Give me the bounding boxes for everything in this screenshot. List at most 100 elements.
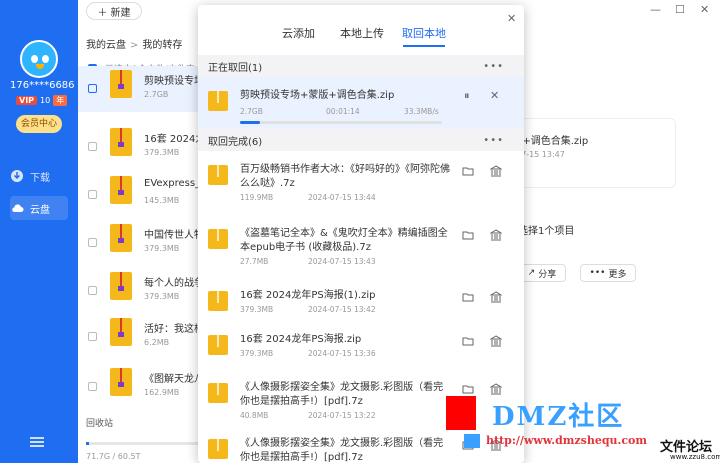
locate-file-icon[interactable] (490, 383, 502, 395)
download-elapsed: 00:01:14 (326, 107, 360, 116)
panel-close-button[interactable]: ✕ (507, 12, 516, 25)
row-checkbox[interactable] (88, 382, 97, 391)
completed-time: 2024-07-15 13:42 (308, 305, 376, 314)
more-button[interactable]: ••• 更多 (580, 264, 636, 282)
download-progress (240, 121, 442, 124)
open-folder-icon[interactable] (462, 291, 474, 303)
completed-size: 40.8MB (240, 411, 269, 420)
row-checkbox[interactable] (88, 142, 97, 151)
completed-name: 《盗墓笔记全本》&《鬼吹灯全本》精编插图全本epub电子书 (收藏极品).7z (240, 228, 448, 253)
open-folder-icon[interactable] (462, 165, 474, 177)
file-row[interactable]: 16套 2024龙 379.3MB (78, 124, 205, 170)
zip-file-icon (110, 128, 132, 156)
zip-file-icon (208, 335, 228, 355)
maximize-button[interactable]: ☐ (675, 3, 685, 16)
tab-local-upload[interactable]: 本地上传 (340, 25, 384, 41)
open-folder-icon[interactable] (462, 229, 474, 241)
zip-file-icon (110, 272, 132, 300)
zip-file-icon (208, 383, 228, 403)
sidebar-item-download[interactable]: 下载 (10, 164, 68, 188)
locate-file-icon[interactable] (490, 291, 502, 303)
transfer-panel: 云添加 本地上传 取回本地 ✕ 正在取回(1) ••• 剪映预设专场+蒙版+调色… (198, 5, 524, 463)
zip-file-icon (208, 229, 228, 249)
completed-row[interactable]: 《盗墓笔记全本》&《鬼吹灯全本》精编插图全本epub电子书 (收藏极品).7z 2… (198, 215, 524, 271)
minimize-button[interactable]: — (650, 3, 661, 16)
open-folder-icon[interactable] (462, 383, 474, 395)
file-name: 《图解天龙八 (144, 374, 204, 385)
vip-badge: VIP (16, 96, 38, 105)
breadcrumb-current: 我的转存 (142, 40, 183, 51)
avatar[interactable] (20, 40, 58, 78)
locate-file-icon[interactable] (490, 335, 502, 347)
completed-row[interactable]: 《人像摄影摆姿全集》龙文摄影.彩图版（看完你也是摆拍高手!）[pdf].7z 40… (198, 369, 524, 425)
file-size: 145.3MB (144, 196, 180, 205)
locate-file-icon[interactable] (490, 165, 502, 177)
file-size: 379.3MB (144, 148, 180, 157)
file-name: 每个人的战争 (144, 278, 204, 289)
file-name: 中国传世人物 (144, 230, 204, 241)
user-name: 176****6686 (10, 80, 75, 91)
recycle-bin[interactable]: 回收站 (86, 416, 113, 429)
more-dots-icon[interactable]: ••• (483, 135, 504, 146)
download-speed: 33.3MB/s (404, 107, 439, 116)
member-center-button[interactable]: 会员中心 (16, 115, 62, 133)
vip-tag: 年 (53, 95, 68, 106)
file-row[interactable]: 活好：我这样 6.2MB (78, 314, 204, 360)
file-row[interactable]: 中国传世人物 379.3MB (78, 220, 204, 266)
completed-title: 取回完成(6) (208, 136, 263, 148)
row-checkbox[interactable] (88, 190, 97, 199)
sidebar-item-label: 下载 (30, 172, 50, 184)
locate-file-icon[interactable] (490, 439, 502, 451)
completed-row[interactable]: 《人像摄影摆姿全集》龙文摄影.彩图版（看完你也是摆拍高手!）[pdf].7z (198, 425, 524, 463)
completed-size: 379.3MB (240, 349, 274, 358)
file-name: EVexpress_ (144, 178, 201, 189)
window-close-button[interactable]: ✕ (700, 3, 709, 16)
details-name: E+调色合集.zip (516, 136, 589, 147)
menu-icon[interactable] (30, 437, 44, 447)
in-progress-title: 正在取回(1) (208, 62, 263, 74)
completed-name: 《人像摄影摆姿全集》龙文摄影.彩图版（看完你也是摆拍高手!）[pdf].7z (240, 382, 444, 407)
share-button[interactable]: ↗ 分享 (518, 264, 566, 282)
open-folder-icon[interactable] (462, 439, 474, 451)
completed-name: 16套 2024龙年PS海报(1).zip (240, 290, 376, 301)
in-progress-header: 正在取回(1) ••• (198, 55, 524, 77)
zip-file-icon (208, 291, 228, 311)
more-dots-icon[interactable]: ••• (483, 61, 504, 72)
cancel-download-button[interactable]: ✕ (490, 89, 502, 102)
zip-file-icon (208, 165, 228, 185)
file-name: 活好：我这样 (144, 324, 204, 335)
download-size: 2.7GB (240, 107, 263, 116)
pause-button[interactable]: ⏸ (464, 89, 476, 102)
completed-name: 16套 2024龙年PS海报.zip (240, 334, 362, 345)
row-checkbox[interactable] (88, 84, 97, 93)
tab-cloud-add[interactable]: 云添加 (282, 25, 315, 41)
file-row[interactable]: 每个人的战争 379.3MB (78, 268, 204, 314)
zip-file-icon (110, 224, 132, 252)
new-button-label: 新建 (110, 7, 131, 19)
file-row[interactable]: 《图解天龙八 162.9MB (78, 364, 204, 410)
completed-row[interactable]: 百万级畅销书作者大冰：《好吗好的》《阿弥陀佛么么哒》.7z 119.9MB 2024… (198, 151, 524, 207)
file-size: 379.3MB (144, 292, 180, 301)
breadcrumb-root[interactable]: 我的云盘 (86, 40, 126, 51)
file-row[interactable]: 剪映预设专场 2.7GB (78, 66, 204, 112)
row-checkbox[interactable] (88, 238, 97, 247)
new-button[interactable]: ＋ 新建 (86, 2, 142, 20)
sidebar-item-label: 云盘 (30, 204, 50, 216)
zip-file-icon (110, 176, 132, 204)
sidebar-item-cloud[interactable]: 云盘 (10, 196, 68, 220)
vip-badges: VIP 10 年 (16, 95, 68, 106)
locate-file-icon[interactable] (490, 229, 502, 241)
file-size: 162.9MB (144, 388, 180, 397)
row-checkbox[interactable] (88, 286, 97, 295)
tab-retrieve-local[interactable]: 取回本地 (402, 25, 446, 41)
file-row[interactable]: EVexpress_ 145.3MB (78, 172, 201, 218)
file-size: 6.2MB (144, 338, 170, 347)
progress-fill (240, 121, 261, 124)
active-download-row[interactable]: 剪映预设专场+蒙版+调色合集.zip 2.7GB 00:01:14 33.3MB… (198, 77, 524, 129)
row-checkbox[interactable] (88, 332, 97, 341)
file-size: 2.7GB (144, 90, 169, 99)
zip-file-icon (208, 91, 228, 111)
zip-file-icon (208, 439, 228, 459)
completed-size: 119.9MB (240, 193, 274, 202)
open-folder-icon[interactable] (462, 335, 474, 347)
